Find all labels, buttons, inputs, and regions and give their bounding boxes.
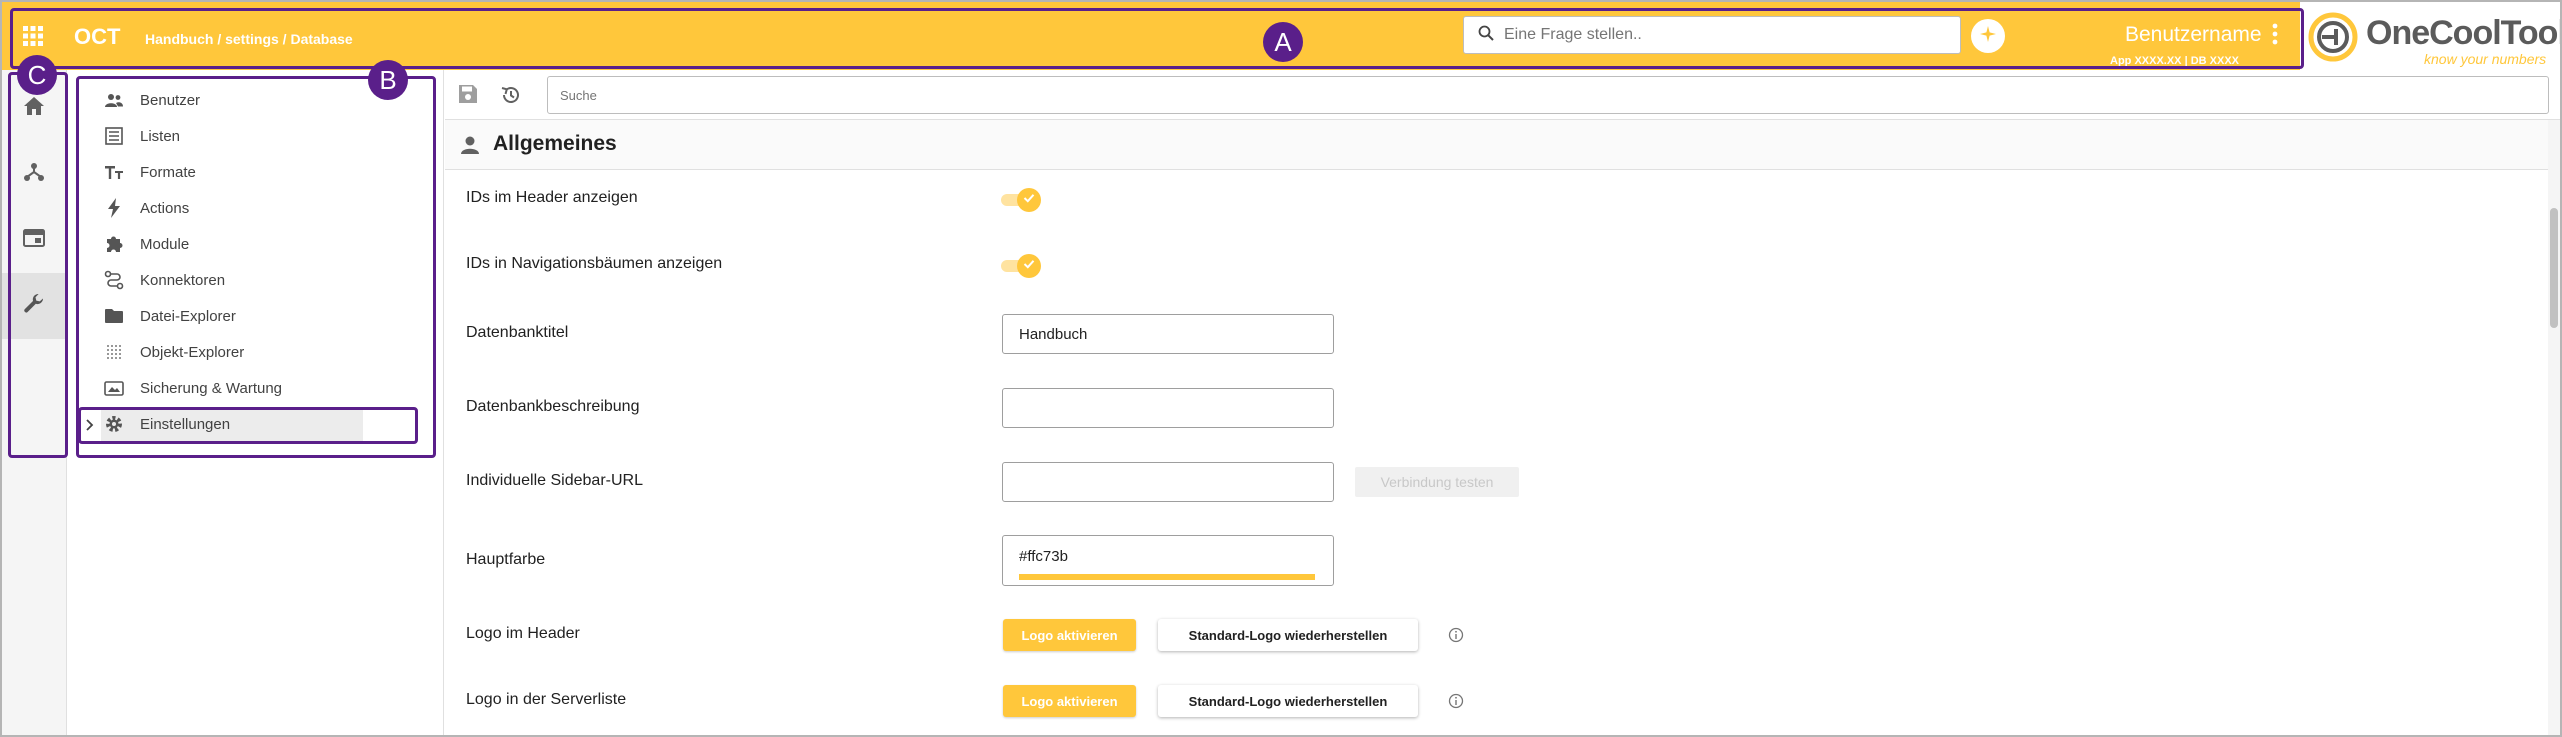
db-description-label: Datenbankbeschreibung [466, 398, 640, 415]
ids-nav-label: IDs in Navigationsbäumen anzeigen [466, 255, 723, 272]
logo-text: OneCoolTool [2366, 14, 2562, 52]
annotation-box-c [8, 72, 68, 458]
check-icon [1022, 257, 1036, 276]
section-title: Allgemeines [493, 132, 617, 155]
search-input[interactable] [547, 76, 2549, 114]
section-header: Allgemeines [445, 120, 2548, 170]
annotation-box-b [76, 76, 436, 458]
logo-header-label: Logo im Header [466, 625, 580, 642]
logo-tagline: know your numbers [2424, 51, 2547, 67]
content-scrollbar[interactable] [2548, 120, 2560, 735]
db-description-input[interactable] [1002, 388, 1334, 428]
content-toolbar [445, 70, 2560, 120]
db-title-input[interactable] [1002, 314, 1334, 354]
main-color-value: #ffc73b [1019, 548, 1068, 565]
person-icon [459, 134, 481, 156]
settings-content: Allgemeines IDs im Header anzeigen IDs i… [445, 70, 2560, 735]
ids-header-label: IDs im Header anzeigen [466, 189, 638, 206]
check-icon [1022, 191, 1036, 210]
history-icon[interactable] [499, 83, 523, 107]
test-connection-button[interactable]: Verbindung testen [1355, 467, 1519, 497]
main-color-label: Hauptfarbe [466, 551, 546, 568]
annotation-badge-b: B [368, 60, 408, 100]
scrollbar-thumb[interactable] [2550, 208, 2558, 328]
toggle-knob [1017, 254, 1041, 278]
ids-nav-toggle[interactable] [1001, 252, 1041, 278]
annotation-badge-a: A [1263, 22, 1303, 62]
main-color-picker[interactable]: #ffc73b [1002, 535, 1334, 586]
activate-logo-serverlist-button[interactable]: Logo aktivieren [1003, 685, 1136, 717]
annotation-box-b-settings [78, 407, 418, 444]
logo-serverlist-label: Logo in der Serverliste [466, 691, 627, 708]
logo-mark-icon [2308, 12, 2358, 62]
annotation-badge-c: C [17, 55, 57, 95]
company-logo: OneCoolTool know your numbers [2300, 2, 2560, 70]
restore-logo-header-button[interactable]: Standard-Logo wiederherstellen [1158, 619, 1418, 651]
annotation-box-a [10, 8, 2304, 69]
db-title-label: Datenbanktitel [466, 324, 569, 341]
info-icon[interactable] [1448, 693, 1464, 709]
ids-header-toggle[interactable] [1001, 186, 1041, 212]
sidebar-url-input[interactable] [1002, 462, 1334, 502]
toggle-knob [1017, 188, 1041, 212]
sidebar-url-label: Individuelle Sidebar-URL [466, 472, 643, 489]
save-icon[interactable] [457, 83, 481, 107]
color-swatch [1019, 574, 1315, 580]
app-window: OCT Handbuch / settings / Database Benut… [0, 0, 2562, 737]
activate-logo-header-button[interactable]: Logo aktivieren [1003, 619, 1136, 651]
info-icon[interactable] [1448, 627, 1464, 643]
restore-logo-serverlist-button[interactable]: Standard-Logo wiederherstellen [1158, 685, 1418, 717]
